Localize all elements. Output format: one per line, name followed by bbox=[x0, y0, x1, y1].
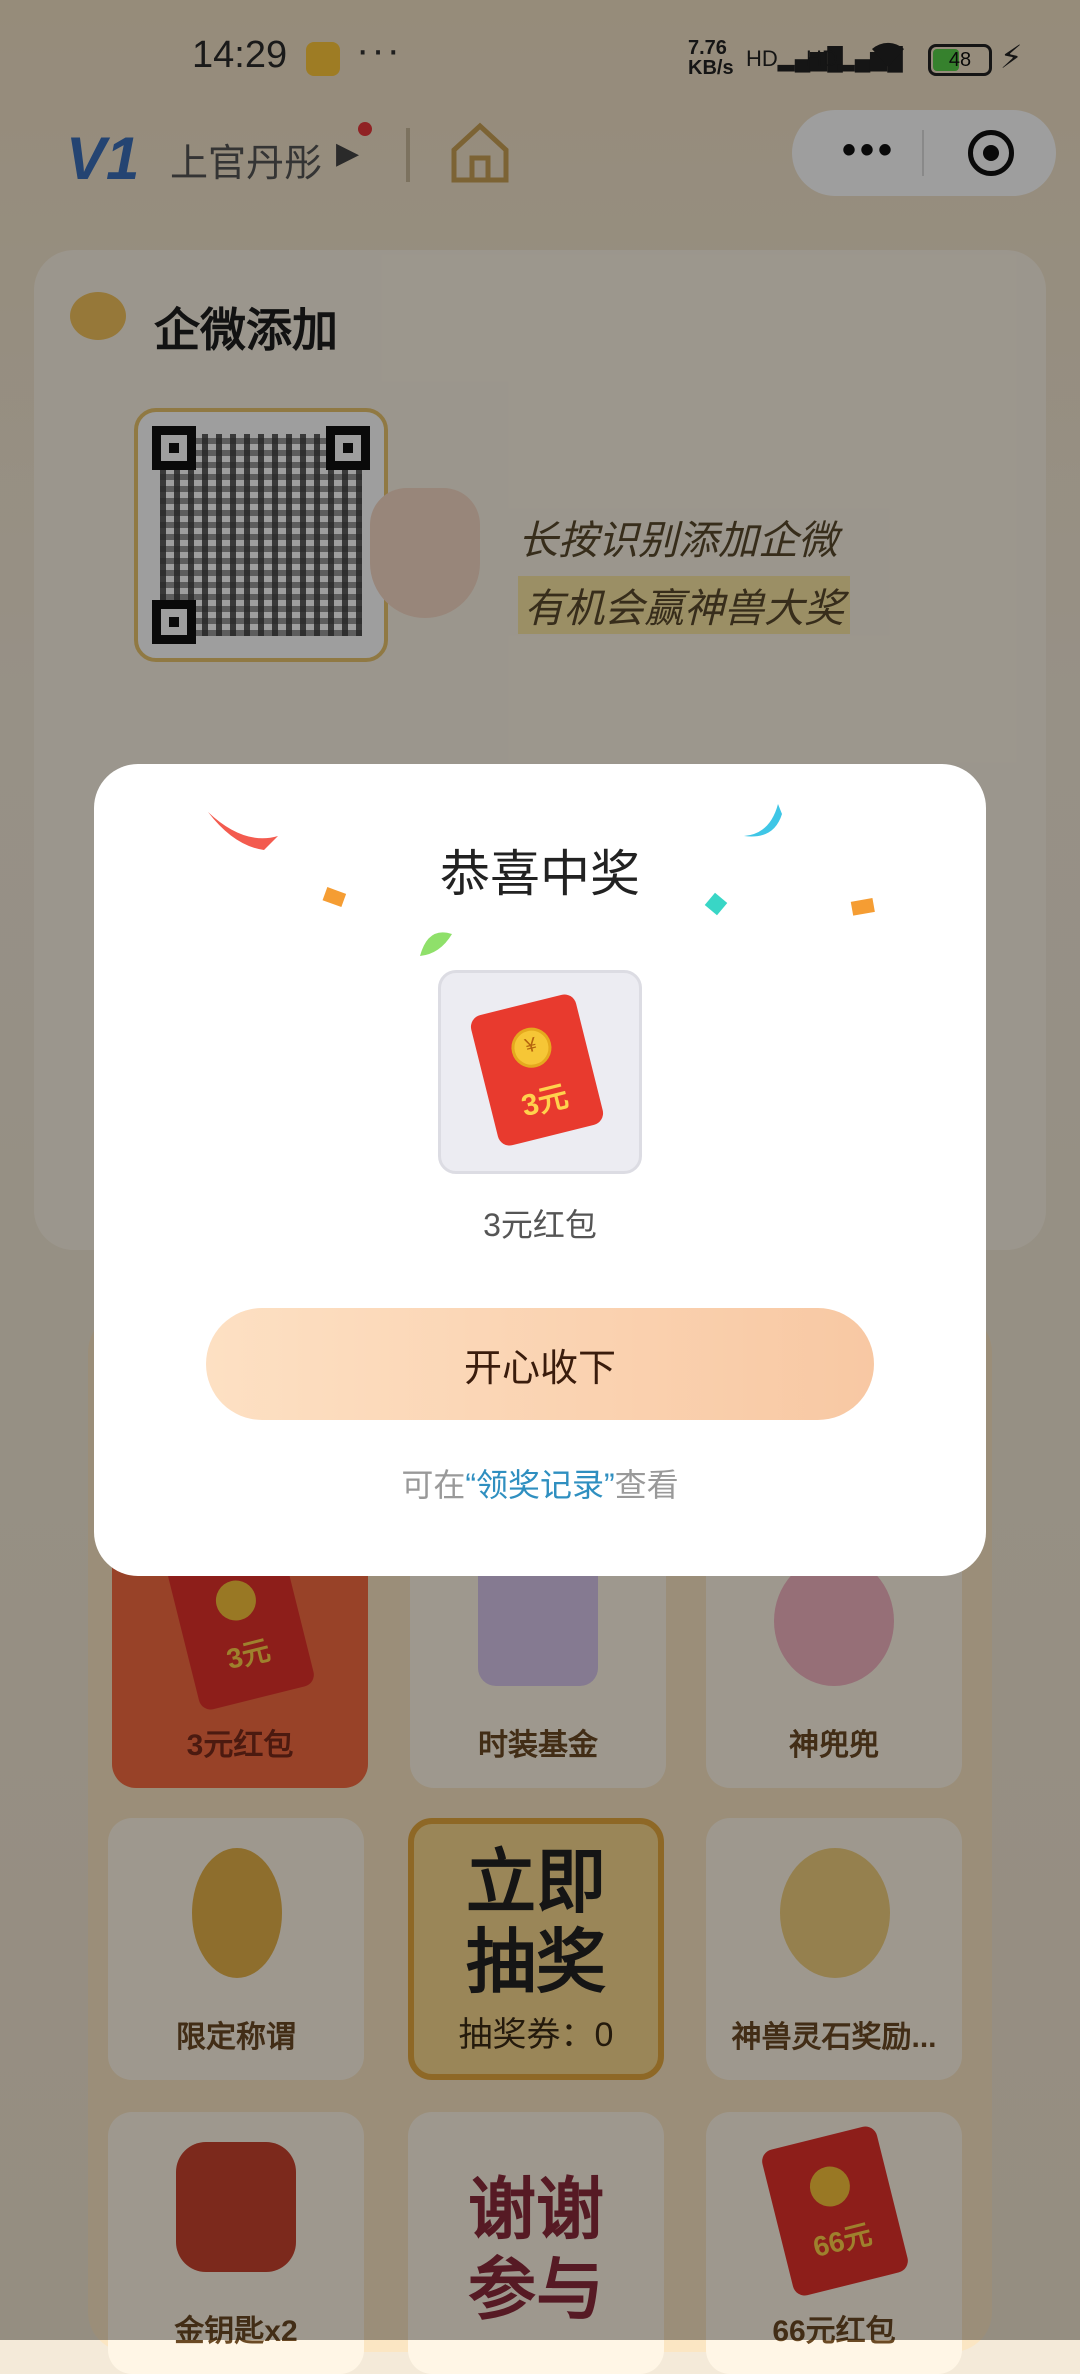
coin-icon: ¥ bbox=[507, 1023, 556, 1072]
envelope-amount: 3元 bbox=[518, 1079, 572, 1124]
confetti-icon bbox=[420, 932, 452, 956]
prize-name: 3元红包 bbox=[483, 1207, 597, 1243]
prize-dialog: 恭喜中奖 ¥ 3元 3元红包 开心收下 可在“领奖记录”查看 bbox=[94, 764, 986, 1576]
record-hint: 可在“领奖记录”查看 bbox=[94, 1460, 986, 1506]
accept-button-label: 开心收下 bbox=[463, 1347, 616, 1390]
dialog-title: 恭喜中奖 bbox=[440, 846, 640, 902]
red-envelope-icon: ¥ 3元 bbox=[468, 991, 606, 1149]
yuan-symbol: ¥ bbox=[522, 1033, 540, 1058]
record-hint-prefix: 可在 bbox=[401, 1467, 466, 1503]
record-hint-suffix: 查看 bbox=[614, 1467, 679, 1503]
prize-record-link[interactable]: “领奖记录” bbox=[465, 1467, 614, 1503]
prize-image: ¥ 3元 bbox=[438, 970, 642, 1174]
accept-button[interactable]: 开心收下 bbox=[206, 1308, 874, 1420]
